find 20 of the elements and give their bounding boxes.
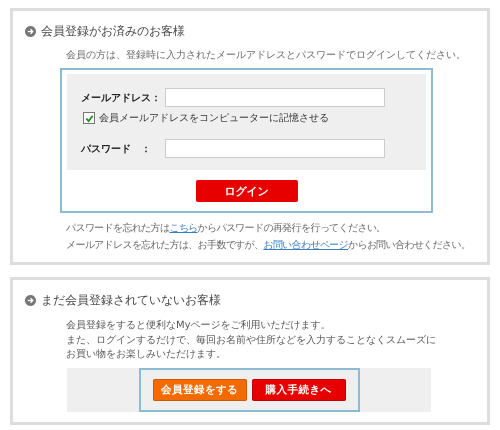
register-button[interactable]: 会員登録をする [152,378,246,400]
help-text: メールアドレスを忘れた方は、お手数ですが、お問い合わせページからお問い合わせください。 [66,238,472,252]
help-text: パスワードを忘れた方はこちらからパスワードの再発行を行ってください。 [66,222,387,235]
arrow-circle-icon [25,295,36,306]
info-text: 会員登録をすると便利なMyページをご利用いただけます。 [66,319,332,333]
remember-checkbox[interactable] [83,112,95,124]
intro-text: 会員の方は、登録時に入力されたメールアドレスとパスワードでログインしてください。 [66,48,467,62]
help-link[interactable]: こちら [169,223,198,234]
login-button[interactable]: ログイン [196,180,298,202]
section-heading: 会員登録がお済みのお客様 [41,23,185,40]
email-field[interactable] [165,88,385,107]
arrow-circle-icon [25,26,36,37]
password-field[interactable] [165,139,385,158]
checkbox-label: 会員メールアドレスをコンピューターに記憶させる [99,112,329,125]
info-text: また、ログインするだけで、毎回お名前や住所などを入力することなくスムーズにお買い物をお楽しみいただけます。 [66,334,437,362]
field-label: パスワード ： [81,142,152,156]
field-label: メールアドレス： [81,92,162,104]
help-link[interactable]: お問い合わせページ [263,240,348,251]
checkout-button[interactable]: 購入手続きへ [252,378,346,400]
section-heading: まだ会員登録されていないお客様 [41,292,221,309]
